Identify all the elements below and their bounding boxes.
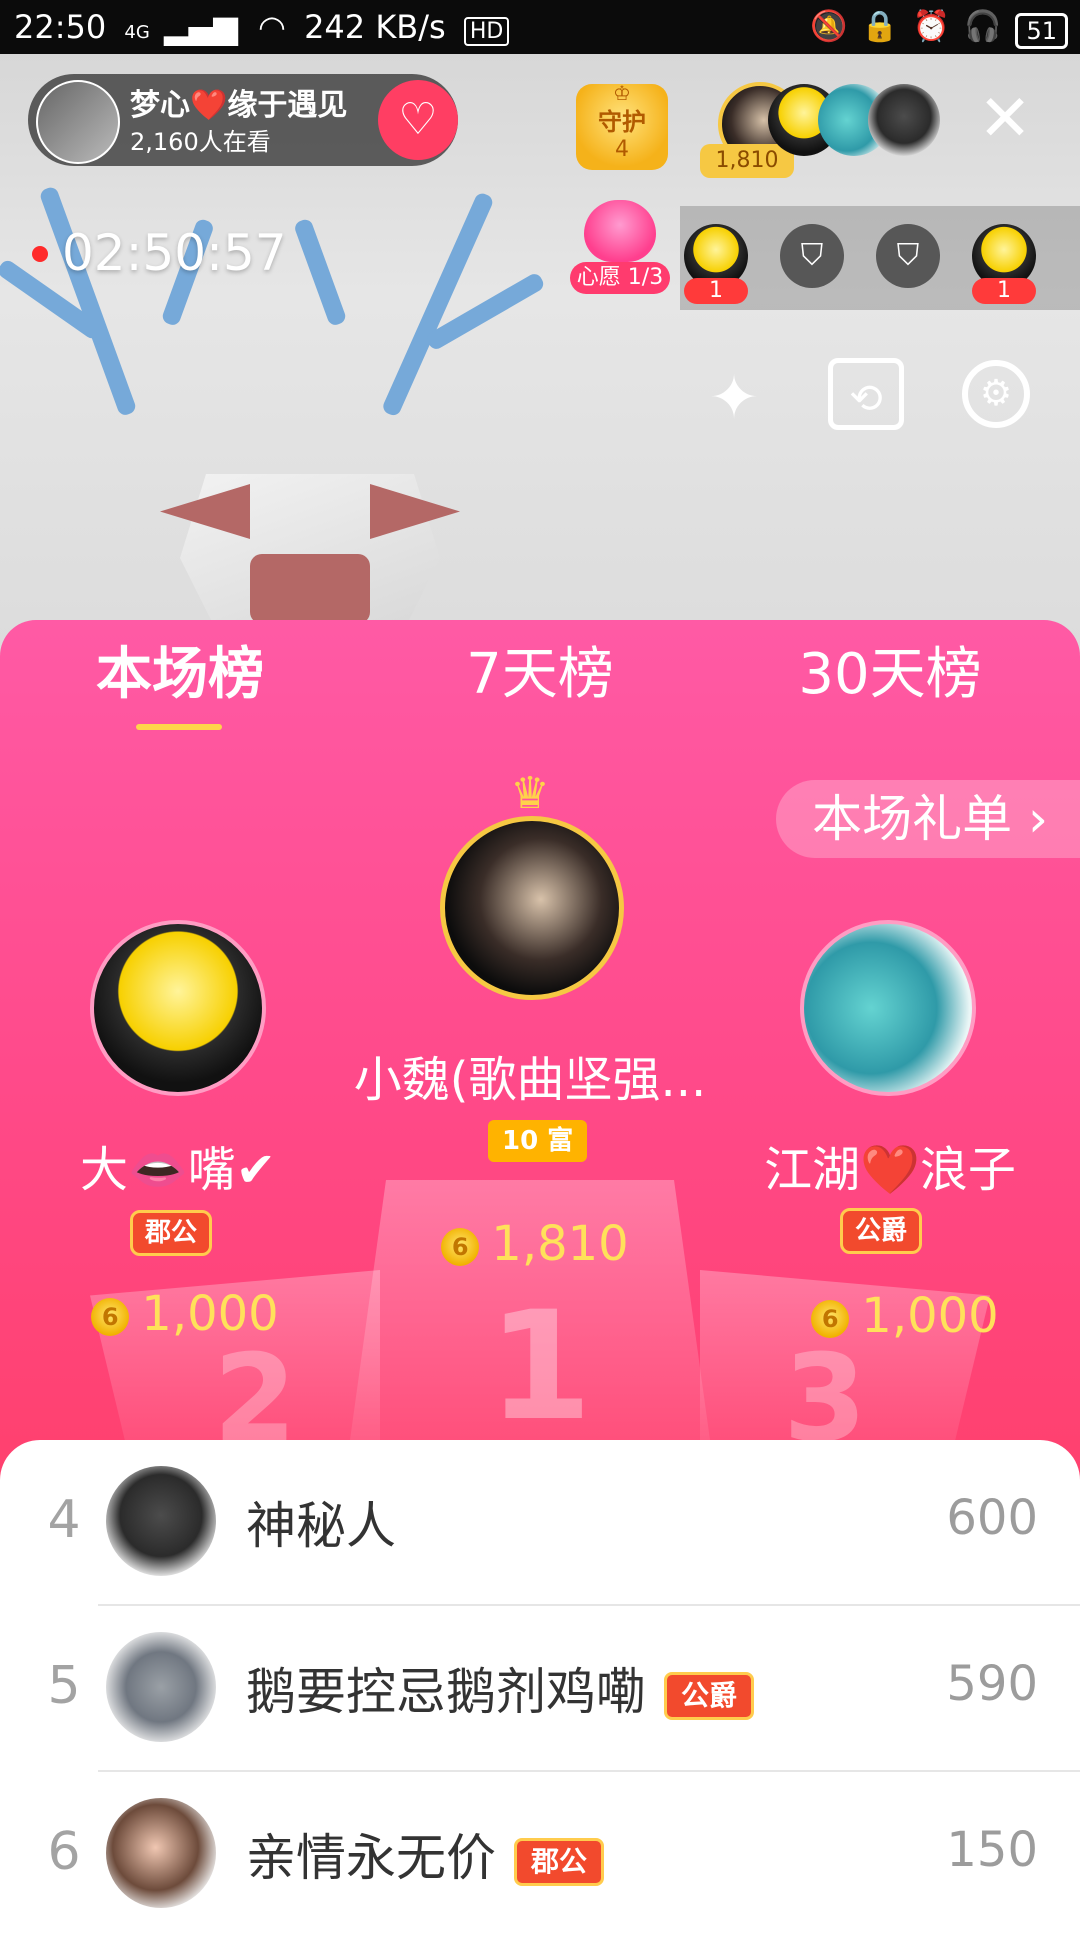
wifi-icon: ◠ (257, 8, 286, 46)
guard-count: 4 (615, 137, 629, 162)
headphones-icon: 🎧 (964, 9, 1002, 44)
first-place-amount-value: 1,810 (491, 1216, 629, 1272)
list-item[interactable]: 5 鹅要控忌鹅剂鸡嘞 公爵 590 (0, 1606, 1080, 1770)
sofa-icon: ⛉ (896, 238, 920, 273)
mic-seat-1-count: 1 (684, 278, 748, 304)
user-score: 150 (946, 1822, 1038, 1878)
follow-heart-button[interactable]: ♡ (378, 80, 458, 160)
hd-icon: HD (463, 17, 510, 46)
lock-rotation-icon: 🔒 (861, 9, 899, 44)
user-avatar[interactable] (106, 1632, 216, 1742)
top-fan-avatar-4[interactable] (868, 84, 940, 156)
heart-plus-icon: ♡ (398, 94, 438, 145)
podium-number-1: 1 (487, 1280, 593, 1454)
clock: 22:50 (14, 8, 107, 46)
user-name: 神秘人 (246, 1497, 396, 1555)
beauty-magic-wand-button[interactable]: ✦ (692, 356, 776, 440)
gear-icon: ⚙ (979, 373, 1013, 414)
network-speed: 242 KB/s (304, 8, 446, 46)
mic-seat-4-count: 1 (972, 278, 1036, 304)
signal-icon: ▂▄▆ (163, 8, 238, 46)
wish-label: 心愿 (576, 265, 621, 290)
user-score: 600 (946, 1490, 1038, 1546)
user-avatar[interactable] (106, 1798, 216, 1908)
coin-icon: 6 (441, 1228, 480, 1266)
active-tab-indicator (136, 724, 222, 730)
switch-camera-button[interactable]: ⟲ (828, 358, 904, 430)
magic-wand-icon: ✦ (708, 363, 760, 433)
mic-seat-3[interactable]: ⛉ (876, 224, 940, 288)
host-avatar[interactable] (36, 80, 120, 164)
rank-title-badge: 公爵 (664, 1671, 755, 1720)
mic-seat-strip: 1 ⛉ ⛉ 1 (680, 206, 1080, 310)
ranking-list: 4 神秘人 600 5 鹅要控忌鹅剂鸡嘞 公爵 590 6 亲情永无价 郡公 150 (0, 1440, 1080, 1920)
gift-list-button[interactable]: 本场礼单 › (776, 780, 1080, 858)
third-place-name: 江湖❤️浪子 (764, 1142, 1016, 1198)
guard-label: 守护 (598, 108, 646, 136)
user-avatar[interactable] (106, 1466, 216, 1576)
user-name-with-badge: 亲情永无价 郡公 (246, 1818, 605, 1890)
antler-decoration (292, 217, 348, 328)
rank-title-badge: 郡公 (514, 1837, 605, 1886)
network-icon: 4G (124, 22, 150, 43)
second-place-avatar[interactable] (90, 920, 266, 1096)
deer-nose (250, 554, 370, 624)
coin-icon: 6 (91, 1298, 130, 1336)
crown-icon: ♔ (613, 81, 631, 105)
third-place-avatar[interactable] (800, 920, 976, 1096)
third-place-amount: 6 1,000 (790, 1288, 1020, 1344)
user-name: 亲情永无价 (246, 1829, 496, 1887)
viewer-count: 2,160人在看 (130, 128, 271, 156)
camera-switch-icon: ⟲ (849, 376, 883, 422)
close-icon: ✕ (978, 82, 1032, 156)
list-item[interactable]: 6 亲情永无价 郡公 150 (0, 1772, 1080, 1936)
first-place-name: 小魏(歌曲坚强... (353, 1052, 707, 1108)
host-info-pill[interactable]: 梦心❤️缘于遇见 2,160人在看 ♡ (28, 74, 458, 166)
tab-this-session[interactable]: 本场榜 (30, 620, 330, 730)
rank-title-badge: 公爵 (840, 1208, 923, 1254)
settings-button[interactable]: ⚙ (962, 360, 1030, 428)
close-button[interactable]: ✕ (970, 84, 1040, 154)
user-name-with-badge: 鹅要控忌鹅剂鸡嘞 公爵 (246, 1652, 755, 1724)
wish-progress: 1/3 (627, 265, 664, 290)
mute-bell-icon: 🔕 (810, 9, 848, 44)
third-place-amount-value: 1,000 (861, 1288, 999, 1344)
battery-icon: 51 (1015, 13, 1068, 49)
rank-number: 6 (47, 1822, 81, 1882)
tab-30-days[interactable]: 30天榜 (740, 620, 1040, 730)
second-place-amount: 6 1,000 (70, 1286, 300, 1342)
first-place-avatar[interactable] (440, 816, 624, 1000)
second-place-name: 大👄嘴✔ (80, 1142, 276, 1198)
live-dot-icon (32, 246, 48, 262)
live-timer: 02:50:57 (62, 224, 287, 282)
host-name: 梦心❤️缘于遇见 (130, 88, 348, 123)
rank-number: 4 (47, 1490, 81, 1550)
second-place-amount-value: 1,000 (141, 1286, 279, 1342)
heart-mascot-icon (584, 200, 656, 262)
list-item[interactable]: 4 神秘人 600 (0, 1440, 1080, 1604)
mic-seat-2[interactable]: ⛉ (780, 224, 844, 288)
status-bar: 22:50 4G ▂▄▆ ◠ 242 KB/s HD 🔕 🔒 ⏰ 🎧 51 (0, 0, 1080, 54)
alarm-icon: ⏰ (912, 9, 951, 44)
user-name: 鹅要控忌鹅剂鸡嘞 (246, 1663, 646, 1721)
wish-widget[interactable]: 心愿 1/3 (570, 200, 670, 296)
tab-7-days[interactable]: 7天榜 (390, 620, 690, 730)
guard-badge[interactable]: ♔ 守护 4 (576, 81, 668, 170)
user-score: 590 (946, 1656, 1038, 1712)
crown-icon: ♛ (510, 768, 550, 819)
first-place-amount: 6 1,810 (420, 1216, 650, 1272)
top-fan-score: 1,810 (700, 144, 794, 178)
coin-icon: 6 (811, 1300, 850, 1338)
wealth-level-badge: 10 富 (488, 1120, 588, 1162)
rank-number: 5 (47, 1656, 81, 1716)
rank-title-badge: 郡公 (130, 1210, 213, 1256)
sofa-icon: ⛉ (800, 238, 824, 273)
